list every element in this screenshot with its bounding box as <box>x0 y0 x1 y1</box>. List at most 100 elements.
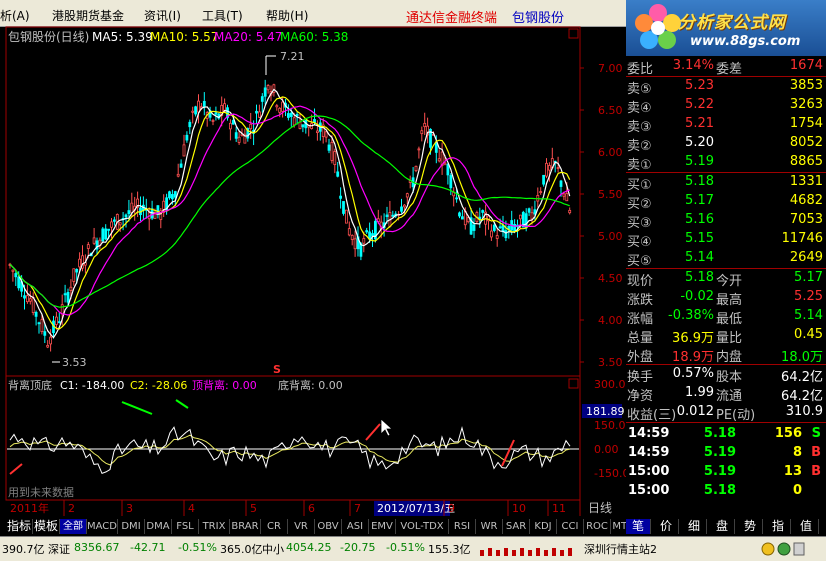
candle-body <box>104 228 108 240</box>
candle-body <box>548 165 551 171</box>
indicator-tab-obv[interactable]: OBV <box>315 519 342 534</box>
candle-body <box>562 193 566 197</box>
candle-body <box>437 158 441 162</box>
candle-body <box>110 221 113 228</box>
fund-row-label2: 股本 <box>716 370 743 385</box>
quote-tab-1[interactable]: 价 <box>654 519 679 534</box>
indicator-tab-brar[interactable]: BRAR <box>230 519 261 534</box>
indicator-tab-emv[interactable]: EMV <box>369 519 396 534</box>
stat-row-value2: 5.14 <box>794 308 823 323</box>
indicator-axis-tick: 300.00 <box>594 378 626 391</box>
bid-level-4-value: 5.15 <box>685 231 714 246</box>
indicator-top-div: 顶背离: 0.00 <box>192 378 257 392</box>
indicator-tab-全部[interactable]: 全部 <box>60 519 87 534</box>
price-axis-tick: 3.50 <box>598 356 623 369</box>
candle-body <box>197 100 200 113</box>
price-axis-tick: 4.50 <box>598 272 623 285</box>
indicator-tab-sar[interactable]: SAR <box>503 519 530 534</box>
candle-body <box>353 238 357 250</box>
indicator-maximize-icon[interactable] <box>568 378 579 389</box>
fund-row: 净资 1.99 流通 64.2亿 <box>626 384 826 404</box>
candle-body <box>301 124 305 128</box>
quote-tab-2[interactable]: 细 <box>682 519 707 534</box>
chart-maximize-icon[interactable] <box>568 28 579 39</box>
indicator-tab-cr[interactable]: CR <box>261 519 288 534</box>
candle-body <box>25 295 29 303</box>
status-sz-amount: 365.0亿 <box>220 543 263 556</box>
kline-chart: 7.00 6.50 6.00 5.50 5.00 4.50 4.00 3.50 300.00 18… <box>5 26 626 516</box>
indicator-tab-dmi[interactable]: DMI <box>118 519 145 534</box>
candle-body <box>170 194 174 200</box>
fund-row-value: 1.99 <box>685 385 714 400</box>
price-axis-tick: 7.00 <box>598 62 623 75</box>
indicator-tab-指标[interactable]: 指标 <box>6 519 33 534</box>
status-bar: 390.7亿 深证 8356.67 -42.71 -0.51% 365.0亿 中… <box>0 536 826 561</box>
indicator-tab-roc[interactable]: ROC <box>584 519 611 534</box>
indicator-tab-asi[interactable]: ASI <box>342 519 369 534</box>
indicator-tab-rsi[interactable]: RSI <box>449 519 476 534</box>
ask-level-3: 卖③ 5.21 1754 <box>626 115 826 135</box>
quote-tab-5[interactable]: 指 <box>766 519 791 534</box>
quote-tab-6[interactable]: 值 <box>794 519 819 534</box>
stat-row-label2: 最高 <box>716 293 743 308</box>
quote-tab-3[interactable]: 盘 <box>710 519 735 534</box>
bottom-divergence-segment <box>365 423 381 441</box>
candle-body <box>446 163 450 176</box>
bottom-divergence-segment <box>501 439 515 467</box>
indicator-tab-dma[interactable]: DMA <box>145 519 172 534</box>
candle-body <box>37 322 41 325</box>
tick-time: 15:00 <box>628 483 670 498</box>
quote-tab-0[interactable]: 笔 <box>626 519 651 534</box>
candle-body <box>255 110 258 114</box>
ask-level-3-value: 5.21 <box>685 116 714 131</box>
date-axis-tick: 5 <box>250 502 257 515</box>
bid-level-2-value: 5.17 <box>685 193 714 208</box>
candle-body <box>281 101 285 112</box>
stat-row-label2: 今开 <box>716 274 743 289</box>
candle-body <box>55 316 58 325</box>
signal-strength-icon <box>480 548 572 556</box>
candle-body <box>72 268 76 282</box>
bid-level-3: 买③ 5.16 7053 <box>626 211 826 231</box>
candle-body <box>257 111 261 118</box>
bid-level-5-value: 5.14 <box>685 250 714 265</box>
indicator-tab-模板[interactable]: 模板 <box>33 519 60 534</box>
candle-body <box>101 228 105 242</box>
bid-level-1-value: 5.18 <box>685 174 714 189</box>
candle-body <box>402 204 406 208</box>
candle-body <box>472 224 476 231</box>
indicator-tab-trix[interactable]: TRIX <box>199 519 230 534</box>
candle-body <box>495 235 499 239</box>
indicator-tab-wr[interactable]: WR <box>476 519 503 534</box>
candle-body <box>492 224 496 231</box>
period-label[interactable]: 日线 <box>588 501 612 515</box>
indicator-tab-vol-tdx[interactable]: VOL-TDX <box>396 519 449 534</box>
bid-level-4-value2: 11746 <box>781 231 823 246</box>
candle-body <box>11 269 15 272</box>
candle-body <box>14 273 18 278</box>
candle-body <box>405 193 409 198</box>
indicator-tab-kdj[interactable]: KDJ <box>530 519 557 534</box>
tick-price: 5.19 <box>703 464 736 479</box>
candle-body <box>371 233 374 237</box>
mouse-cursor-icon <box>380 418 394 437</box>
ask-level-1-label: 卖① <box>627 158 652 173</box>
date-axis-tick: 2 <box>68 502 75 515</box>
fund-row-value: 0.57% <box>672 366 714 381</box>
candle-body <box>278 107 282 113</box>
tick-time: 14:59 <box>628 445 670 460</box>
candle-body <box>498 226 502 229</box>
bid-level-5-label: 买⑤ <box>627 254 652 269</box>
stat-row-value2: 18.0万 <box>781 350 823 365</box>
indicator-tab-macd[interactable]: MACD <box>87 519 118 534</box>
candle-body <box>49 336 52 345</box>
candle-body <box>188 121 192 128</box>
candle-body <box>362 238 366 244</box>
tick-row: 14:59 5.19 8 B <box>626 444 826 463</box>
indicator-tab-cci[interactable]: CCI <box>557 519 584 534</box>
candle-body <box>86 244 90 249</box>
indicator-tab-fsl[interactable]: FSL <box>172 519 199 534</box>
quote-tab-4[interactable]: 势 <box>738 519 763 534</box>
stat-row-value2: 5.25 <box>794 289 823 304</box>
indicator-tab-vr[interactable]: VR <box>288 519 315 534</box>
